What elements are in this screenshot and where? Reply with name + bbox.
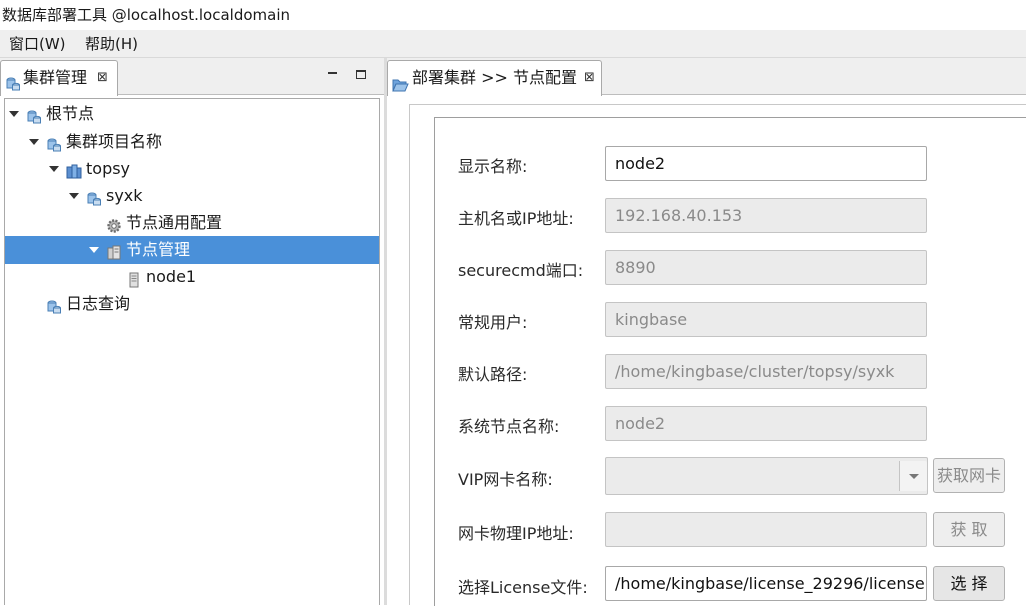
chevron-down-icon[interactable] [89,247,99,253]
default-path-input[interactable]: /home/kingbase/cluster/topsy/syxk [605,354,927,389]
nic-ip-input[interactable] [605,512,927,547]
tree-item-root[interactable]: 根节点 [5,100,379,128]
system-node-name-label: 系统节点名称: [458,417,560,436]
tree-item-node-management[interactable]: 节点管理 [5,236,379,264]
database-icon [46,296,62,324]
tree-item-label: node1 [146,267,197,286]
tree-item-label: 节点通用配置 [126,213,223,232]
vip-nic-label: VIP网卡名称: [458,470,553,489]
menu-window[interactable]: 窗口(W) [9,30,66,58]
license-file-input[interactable]: /home/kingbase/license_29296/license [605,566,927,601]
close-icon[interactable]: ⊠ [97,61,108,95]
maximize-button[interactable] [356,70,366,79]
cluster-tree: 根节点 集群项目名称 topsy syxk 节点通用配置 节点管理 node1 … [4,98,380,605]
chevron-down-icon[interactable] [49,166,59,172]
tree-item-node-common-config[interactable]: 节点通用配置 [5,209,379,237]
tree-item-node1[interactable]: node1 [5,263,379,291]
tree-item-syxk[interactable]: syxk [5,182,379,210]
vip-nic-select[interactable] [605,457,928,495]
folder-open-icon [392,71,409,105]
close-icon[interactable]: ⊠ [584,61,595,95]
host-input[interactable]: 192.168.40.153 [605,198,927,233]
tree-item-label: 日志查询 [66,294,131,313]
tree-item-log-query[interactable]: 日志查询 [5,290,379,318]
tree-item-label: 集群项目名称 [66,132,163,151]
menu-bar: 窗口(W) 帮助(H) [0,30,1026,58]
node-config-panel: 部署集群 >> 节点配置 ⊠ 显示名称: node2 主机名或IP地址: 192… [387,58,1026,606]
window-title: 数据库部署工具 @localhost.localdomain [0,0,1026,30]
tree-item-label: topsy [86,159,131,178]
menu-help[interactable]: 帮助(H) [85,30,138,58]
tree-item-label: syxk [106,186,143,205]
select-license-button[interactable]: 选 择 [933,566,1005,601]
default-path-label: 默认路径: [458,365,528,384]
tree-item-label: 根节点 [46,104,95,123]
tree-item-label: 节点管理 [126,240,191,259]
chevron-down-icon[interactable] [29,139,39,145]
securecmd-port-label: securecmd端口: [458,261,584,280]
display-name-label: 显示名称: [458,157,528,176]
host-label: 主机名或IP地址: [458,209,574,228]
tab-node-config[interactable]: 部署集群 >> 节点配置 ⊠ [387,60,602,96]
tree-item-topsy[interactable]: topsy [5,155,379,183]
user-input[interactable]: kingbase [605,302,927,337]
cluster-management-panel: 集群管理 ⊠ 根节点 集群项目名称 topsy syxk 节点通用配置 节点管理… [0,58,384,605]
user-label: 常规用户: [458,313,528,332]
display-name-input[interactable]: node2 [605,146,927,181]
get-nic-button[interactable]: 获取网卡 [933,458,1005,493]
left-tab-bar: 集群管理 ⊠ [0,58,384,96]
license-label: 选择License文件: [458,578,588,597]
right-tab-bar: 部署集群 >> 节点配置 ⊠ [387,58,1026,96]
chevron-down-icon[interactable] [69,193,79,199]
system-node-name-input[interactable]: node2 [605,406,927,441]
node-config-form: 显示名称: node2 主机名或IP地址: 192.168.40.153 sec… [434,117,1026,606]
get-ip-button[interactable]: 获 取 [933,512,1005,547]
chevron-down-icon[interactable] [9,111,19,117]
content-area: 显示名称: node2 主机名或IP地址: 192.168.40.153 sec… [409,104,1026,606]
nic-ip-label: 网卡物理IP地址: [458,524,574,543]
securecmd-port-input[interactable]: 8890 [605,250,927,285]
tab-label: 集群管理 [23,68,88,87]
tab-cluster-management[interactable]: 集群管理 ⊠ [0,60,118,96]
chevron-down-icon[interactable] [899,461,927,491]
tree-item-cluster-project[interactable]: 集群项目名称 [5,128,379,156]
tab-label: 部署集群 >> 节点配置 [412,68,577,87]
minimize-button[interactable] [328,66,338,76]
